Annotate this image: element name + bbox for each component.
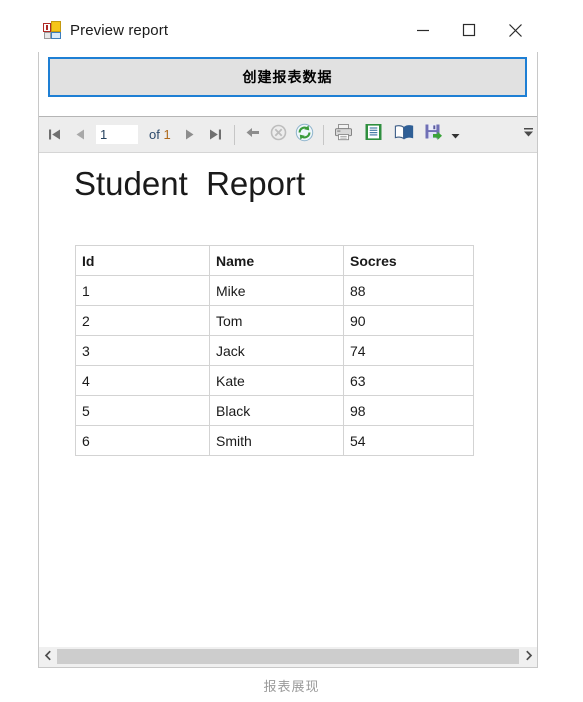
refresh-button[interactable] [292,121,318,149]
page-number-input[interactable]: 1 [95,124,139,145]
stop-icon [270,124,287,146]
window-title: Preview report [70,21,169,39]
last-page-button[interactable] [203,121,229,149]
top-panel: 创建报表数据 [39,52,537,116]
table-header-row: Id Name Socres [75,245,474,276]
cell-id: 5 [75,395,210,426]
create-report-data-button[interactable]: 创建报表数据 [48,57,527,97]
preview-report-window: Preview report 创建报表数据 1 of 1 Student Rep… [38,8,538,668]
cell-name: Kate [209,365,344,396]
scroll-left-icon [44,648,53,666]
report-viewer-toolbar: 1 of 1 [39,116,537,153]
toolbar-overflow-button[interactable] [521,121,535,149]
cell-score: 63 [343,365,474,396]
toolbar-separator-1 [233,124,235,145]
maximize-icon [462,23,476,37]
column-header-name: Name [209,245,344,276]
student-report-table: Id Name Socres 1 Mike 88 2 Tom 90 3 Jack… [75,245,474,456]
refresh-icon [295,123,314,147]
column-header-scores: Socres [343,245,474,276]
previous-page-button[interactable] [67,121,93,149]
print-icon [334,123,353,146]
cell-score: 98 [343,395,474,426]
next-page-icon [182,127,197,142]
cell-id: 3 [75,335,210,366]
window-titlebar: Preview report [38,8,538,52]
export-dropdown-button[interactable] [449,121,463,149]
table-row: 6 Smith 54 [75,425,474,456]
winforms-app-icon [43,21,61,39]
figure-caption: 报表展现 [263,680,320,695]
of-label: of [149,127,160,142]
print-button[interactable] [329,121,359,149]
cell-name: Jack [209,335,344,366]
toolbar-overflow-icon [523,126,534,144]
close-icon [508,23,523,38]
screenshot-root: Preview report 创建报表数据 1 of 1 Student Rep… [0,0,583,702]
first-page-icon [47,127,62,142]
cell-name: Smith [209,425,344,456]
column-header-id: Id [75,245,210,276]
report-title: Student Report [74,165,306,202]
next-page-button[interactable] [177,121,203,149]
scrollbar-thumb[interactable] [57,649,519,664]
export-button[interactable] [419,121,449,149]
window-controls [400,8,538,52]
cell-score: 54 [343,425,474,456]
report-viewer: 1 of 1 Student Report Id Name Socres 1 M… [39,116,537,667]
table-row: 3 Jack 74 [75,335,474,366]
report-page: Student Report Id Name Socres 1 Mike 88 … [39,153,537,647]
window-client-area: 创建报表数据 1 of 1 Student Report Id Name Soc… [38,52,538,668]
cell-id: 6 [75,425,210,456]
cell-id: 1 [75,275,210,306]
print-layout-button[interactable] [359,121,389,149]
cell-name: Tom [209,305,344,336]
back-to-parent-report-button[interactable] [240,121,266,149]
first-page-button[interactable] [41,121,67,149]
toolbar-separator-2 [322,124,324,145]
close-button[interactable] [492,10,538,50]
scroll-right-button[interactable] [519,647,537,667]
back-parent-report-icon [245,125,261,145]
print-layout-icon [364,123,383,146]
export-save-icon [424,123,443,146]
cell-score: 90 [343,305,474,336]
maximize-button[interactable] [446,10,492,50]
scroll-left-button[interactable] [39,647,57,667]
scrollbar-track[interactable] [57,647,519,667]
stop-button[interactable] [266,121,292,149]
minimize-icon [416,23,430,37]
cell-id: 4 [75,365,210,396]
cell-id: 2 [75,305,210,336]
horizontal-scrollbar[interactable] [39,647,537,667]
page-setup-icon [394,124,414,145]
chevron-down-icon [451,126,460,144]
scroll-right-icon [524,648,533,666]
table-row: 1 Mike 88 [75,275,474,306]
last-page-icon [208,127,223,142]
cell-score: 74 [343,335,474,366]
page-setup-button[interactable] [389,121,419,149]
table-row: 4 Kate 63 [75,365,474,396]
cell-score: 88 [343,275,474,306]
total-pages-value: 1 [163,127,171,142]
table-row: 2 Tom 90 [75,305,474,336]
cell-name: Black [209,395,344,426]
table-row: 5 Black 98 [75,395,474,426]
cell-name: Mike [209,275,344,306]
page-count-label: of 1 [149,127,171,142]
previous-page-icon [73,127,88,142]
minimize-button[interactable] [400,10,446,50]
page-number-value: 1 [100,127,108,142]
